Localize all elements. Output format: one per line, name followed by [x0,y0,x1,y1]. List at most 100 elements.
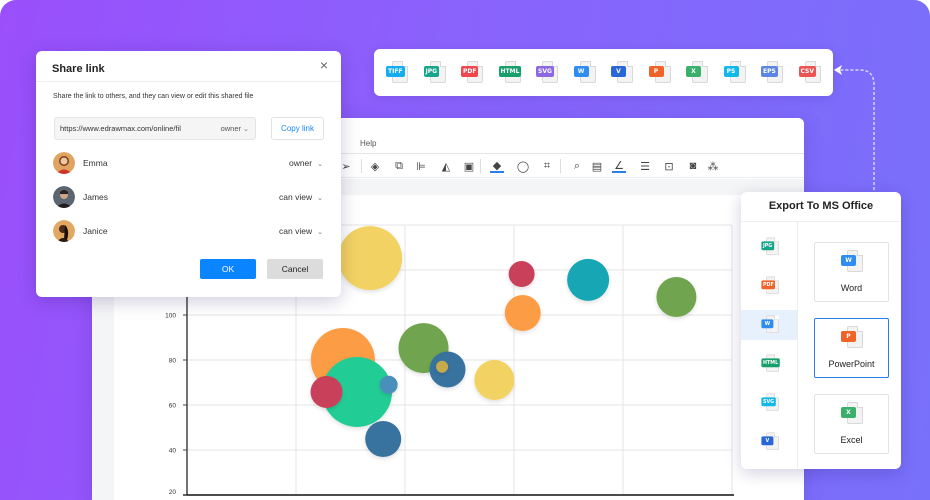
side-format-w[interactable]: W [741,310,797,340]
link-permission-value: owner [220,124,242,133]
file-format-tag: X [686,66,701,77]
y-tick-label: 100 [165,313,176,320]
svg-file-icon: SVG [761,393,780,414]
member-role-select[interactable]: can view ⌄ [279,192,323,202]
file-format-tag: PDF [461,66,479,77]
bubble [365,420,402,457]
file-format-tag: JPG [761,241,774,251]
y-tick-label: 60 [169,403,177,410]
format-ps-button[interactable]: PS [723,49,752,96]
pdf-file-icon: PDF [761,276,780,297]
file-format-tag: SVG [761,397,776,407]
file-format-tag: V [611,66,626,77]
file-format-tag: P [841,331,856,342]
member-row: Emma owner ⌄ [53,152,323,176]
bubble [504,294,541,331]
bubble [338,226,403,291]
card-label: Excel [840,435,863,445]
chevron-down-icon: ⌄ [317,195,323,202]
html-file-icon: HTML [498,60,523,86]
format-eps-button[interactable]: EPS [761,49,789,96]
file-format-tag: PS [723,66,739,77]
dialog-description: Share the link to others, and they can v… [53,93,254,100]
export-excel-card[interactable]: X Excel [814,394,889,454]
dashed-arrow [834,65,875,190]
avatar [53,152,75,174]
member-row: James can view ⌄ [53,186,323,210]
format-x-button[interactable]: X [686,49,714,96]
bubble [436,360,449,373]
y-tick-label: 40 [169,448,177,455]
export-word-card[interactable]: W Word [814,242,889,302]
member-role: can view [279,192,313,202]
divider [741,221,901,222]
csv-file-icon: CSV [798,60,823,86]
share-link-dialog: Share link × Share the link to others, a… [36,51,341,297]
member-role: owner [288,158,313,168]
file-format-tag: TIFF [386,66,405,77]
export-format-bar: TIFF JPG PDF HTML SVG W V P X PS EPS CSV [374,49,833,96]
bubble [429,351,466,388]
member-row: Janice can view ⌄ [53,220,323,244]
format-jpg-button[interactable]: JPG [423,49,452,96]
excel-icon: X [841,401,865,427]
tiff-file-icon: TIFF [386,60,410,86]
avatar [53,220,75,242]
file-format-tag: P [648,66,664,77]
file-format-tag: CSV [798,66,816,77]
bubble [508,261,535,288]
file-format-tag: W [573,66,589,77]
format-p-button[interactable]: P [648,49,677,96]
ps-file-icon: PS [723,60,748,86]
divider [36,81,341,82]
close-icon[interactable]: × [317,58,331,72]
format-svg-button[interactable]: SVG [536,49,564,96]
bubble [379,375,398,394]
card-label: PowerPoint [828,359,875,369]
file-format-tag: HTML [761,358,780,368]
cancel-button[interactable]: Cancel [267,259,323,279]
chevron-down-icon: ⌄ [243,126,249,133]
side-format-jpg[interactable]: JPG [741,232,797,262]
side-format-v[interactable]: V [741,427,797,457]
format-html-button[interactable]: HTML [498,49,527,96]
format-tiff-button[interactable]: TIFF [386,49,414,96]
side-format-html[interactable]: HTML [741,349,797,379]
file-format-tag: JPG [423,66,440,77]
chevron-down-icon: ⌄ [317,229,323,236]
member-name: Janice [83,226,108,236]
side-format-svg[interactable]: SVG [741,388,797,418]
export-powerpoint-card[interactable]: P PowerPoint [814,318,889,378]
v-file-icon: V [761,432,780,453]
export-ms-office-panel: Export To MS Office JPG PDF W HTML SVG V W Word… [741,192,901,469]
share-link-url[interactable]: https://www.edrawmax.com/online/fil [60,124,208,133]
copy-link-button[interactable]: Copy link [271,117,324,140]
member-role-select[interactable]: can view ⌄ [279,226,323,236]
p-file-icon: P [648,60,673,86]
member-role-select[interactable]: owner ⌄ [289,158,323,168]
bubble [474,360,515,401]
file-format-tag: V [761,436,774,446]
share-link-field[interactable]: https://www.edrawmax.com/online/fil owne… [54,117,256,140]
member-name: James [83,192,109,202]
format-w-button[interactable]: W [573,49,602,96]
format-v-button[interactable]: V [611,49,639,96]
file-format-tag: SVG [536,66,554,77]
file-format-tag: W [841,255,856,266]
dialog-title: Share link [52,63,105,75]
word-icon: W [841,249,865,275]
v-file-icon: V [611,60,635,86]
file-format-tag: HTML [498,66,522,77]
panel-title: Export To MS Office [768,200,874,212]
ok-button[interactable]: OK [200,259,256,279]
bubble [656,277,697,317]
side-format-pdf[interactable]: PDF [741,271,797,301]
y-tick-label: 80 [169,358,177,365]
w-file-icon: W [761,315,780,336]
powerpoint-icon: P [841,325,865,351]
file-format-tag: W [761,319,774,329]
link-permission-select[interactable]: owner ⌄ [221,124,249,133]
divider [797,221,798,469]
format-pdf-button[interactable]: PDF [461,49,489,96]
avatar [53,186,75,208]
